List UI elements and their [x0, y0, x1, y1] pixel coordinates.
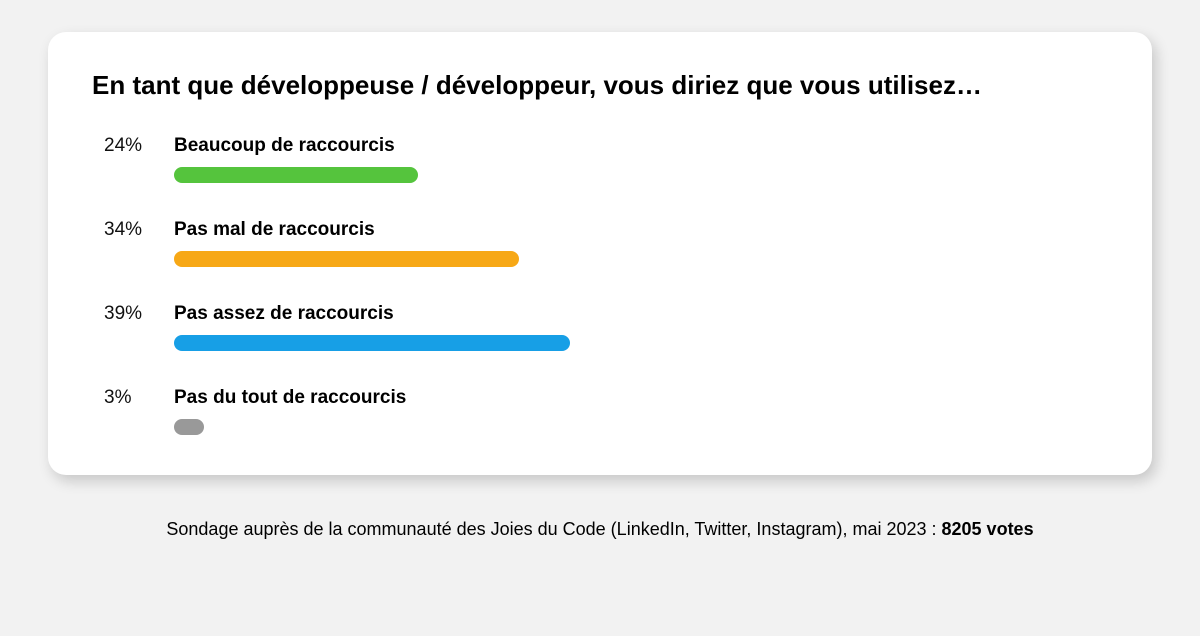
poll-percentage: 24% [104, 135, 154, 157]
poll-percentage: 3% [104, 387, 154, 409]
poll-rows: 24% Beaucoup de raccourcis 34% Pas mal d… [92, 135, 1108, 435]
poll-bar [174, 251, 519, 267]
caption-vote-count: 8205 votes [942, 519, 1034, 539]
poll-option-label: Pas assez de raccourcis [174, 303, 394, 325]
poll-row: 24% Beaucoup de raccourcis [104, 135, 1108, 183]
poll-bar [174, 419, 204, 435]
poll-row-head: 24% Beaucoup de raccourcis [104, 135, 1108, 157]
poll-percentage: 34% [104, 219, 154, 241]
poll-option-label: Pas mal de raccourcis [174, 219, 375, 241]
poll-row-head: 3% Pas du tout de raccourcis [104, 387, 1108, 409]
poll-row-head: 34% Pas mal de raccourcis [104, 219, 1108, 241]
poll-row-head: 39% Pas assez de raccourcis [104, 303, 1108, 325]
poll-bar-track [174, 251, 894, 267]
poll-percentage: 39% [104, 303, 154, 325]
poll-bar [174, 335, 570, 351]
poll-row: 34% Pas mal de raccourcis [104, 219, 1108, 267]
poll-option-label: Pas du tout de raccourcis [174, 387, 406, 409]
poll-card: En tant que développeuse / développeur, … [48, 32, 1152, 475]
poll-title: En tant que développeuse / développeur, … [92, 68, 1108, 103]
poll-bar-track [174, 167, 894, 183]
poll-bar-track [174, 419, 894, 435]
poll-row: 39% Pas assez de raccourcis [104, 303, 1108, 351]
poll-bar [174, 167, 418, 183]
poll-option-label: Beaucoup de raccourcis [174, 135, 395, 157]
caption-prefix: Sondage auprès de la communauté des Joie… [166, 519, 941, 539]
poll-bar-track [174, 335, 894, 351]
poll-row: 3% Pas du tout de raccourcis [104, 387, 1108, 435]
poll-caption: Sondage auprès de la communauté des Joie… [48, 519, 1152, 540]
